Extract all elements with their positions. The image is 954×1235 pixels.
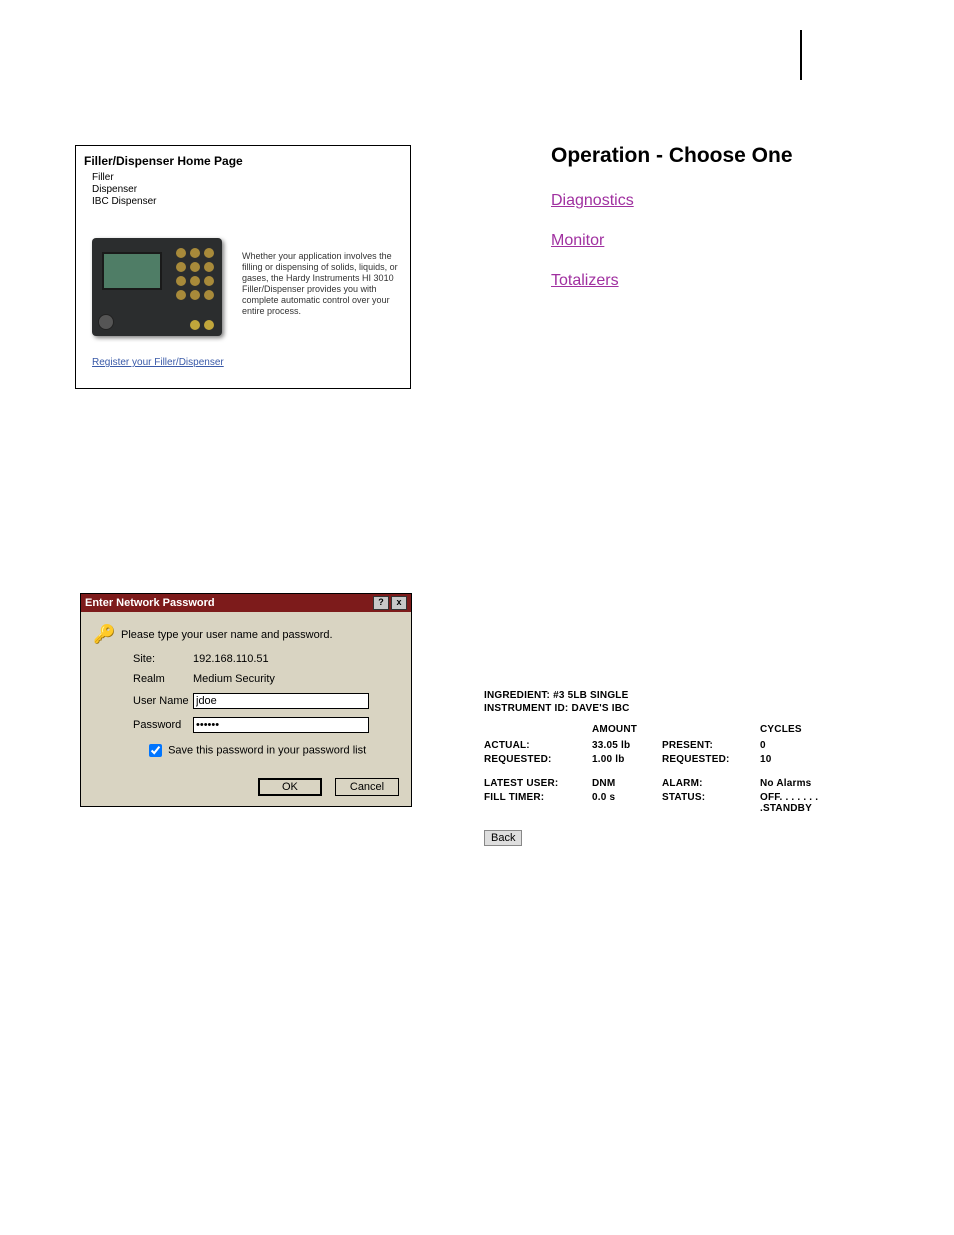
realm-label: Realm <box>93 673 193 685</box>
dialog-titlebar: Enter Network Password ? x <box>81 594 411 612</box>
site-label: Site: <box>93 653 193 665</box>
requested2-value: 10 <box>760 754 870 768</box>
operation-link-diagnostics[interactable]: Diagnostics <box>551 192 793 210</box>
register-link[interactable]: Register your Filler/Dispenser <box>76 357 410 368</box>
instrument-value: DAVE'S IBC <box>571 703 629 714</box>
operation-title: Operation - Choose One <box>551 144 793 168</box>
operation-panel: Operation - Choose One Diagnostics Monit… <box>551 144 793 312</box>
latest-user-value: DNM <box>592 778 642 792</box>
monitor-table: ACTUAL: REQUESTED: LATEST USER: FILL TIM… <box>484 724 890 806</box>
cycles-header: CYCLES <box>760 724 870 740</box>
instrument-label: INSTRUMENT ID: <box>484 703 568 714</box>
close-icon[interactable]: x <box>391 596 407 610</box>
password-input[interactable] <box>193 717 369 733</box>
status-value: OFF. . . . . . . .STANDBY <box>760 792 870 806</box>
nav-item[interactable]: Filler <box>92 172 410 184</box>
ok-button[interactable]: OK <box>258 778 322 796</box>
key-icon: 🔑 <box>93 624 121 645</box>
username-input[interactable] <box>193 693 369 709</box>
homepage-title: Filler/Dispenser Home Page <box>76 146 410 172</box>
requested2-label: REQUESTED: <box>662 754 740 768</box>
fill-timer-value: 0.0 s <box>592 792 642 806</box>
site-value: 192.168.110.51 <box>193 653 269 665</box>
homepage-blurb: Whether your application involves the fi… <box>234 251 402 317</box>
text-cursor <box>800 30 802 80</box>
status-label: STATUS: <box>662 792 740 806</box>
password-dialog: Enter Network Password ? x 🔑 Please type… <box>80 593 412 807</box>
alarm-label: ALARM: <box>662 778 740 792</box>
cancel-button[interactable]: Cancel <box>335 778 399 796</box>
username-label: User Name <box>93 695 193 707</box>
requested-label: REQUESTED: <box>484 754 572 768</box>
present-value: 0 <box>760 740 870 754</box>
password-label: Password <box>93 719 193 731</box>
latest-user-label: LATEST USER: <box>484 778 572 792</box>
help-icon[interactable]: ? <box>373 596 389 610</box>
ingredient-label: INGREDIENT: <box>484 690 550 701</box>
operation-link-monitor[interactable]: Monitor <box>551 232 793 250</box>
realm-value: Medium Security <box>193 673 275 685</box>
requested-value: 1.00 lb <box>592 754 642 768</box>
nav-item[interactable]: IBC Dispenser <box>92 196 410 208</box>
save-password-label: Save this password in your password list <box>168 744 366 756</box>
present-label: PRESENT: <box>662 740 740 754</box>
save-password-checkbox[interactable] <box>149 744 162 757</box>
homepage-card: Filler/Dispenser Home Page Filler Dispen… <box>75 145 411 389</box>
homepage-nav-list: Filler Dispenser IBC Dispenser <box>76 172 410 208</box>
actual-value: 33.05 lb <box>592 740 642 754</box>
back-button[interactable]: Back <box>484 830 522 846</box>
actual-label: ACTUAL: <box>484 740 572 754</box>
monitor-panel: INGREDIENT: #3 5LB SINGLE INSTRUMENT ID:… <box>484 690 890 846</box>
ingredient-value: #3 5LB SINGLE <box>553 690 628 701</box>
fill-timer-label: FILL TIMER: <box>484 792 572 806</box>
dialog-instruction: Please type your user name and password. <box>121 629 333 641</box>
nav-item[interactable]: Dispenser <box>92 184 410 196</box>
device-image <box>84 216 234 351</box>
dialog-title-text: Enter Network Password <box>85 597 371 609</box>
amount-header: AMOUNT <box>592 724 642 740</box>
operation-link-totalizers[interactable]: Totalizers <box>551 272 793 290</box>
alarm-value: No Alarms <box>760 778 870 792</box>
